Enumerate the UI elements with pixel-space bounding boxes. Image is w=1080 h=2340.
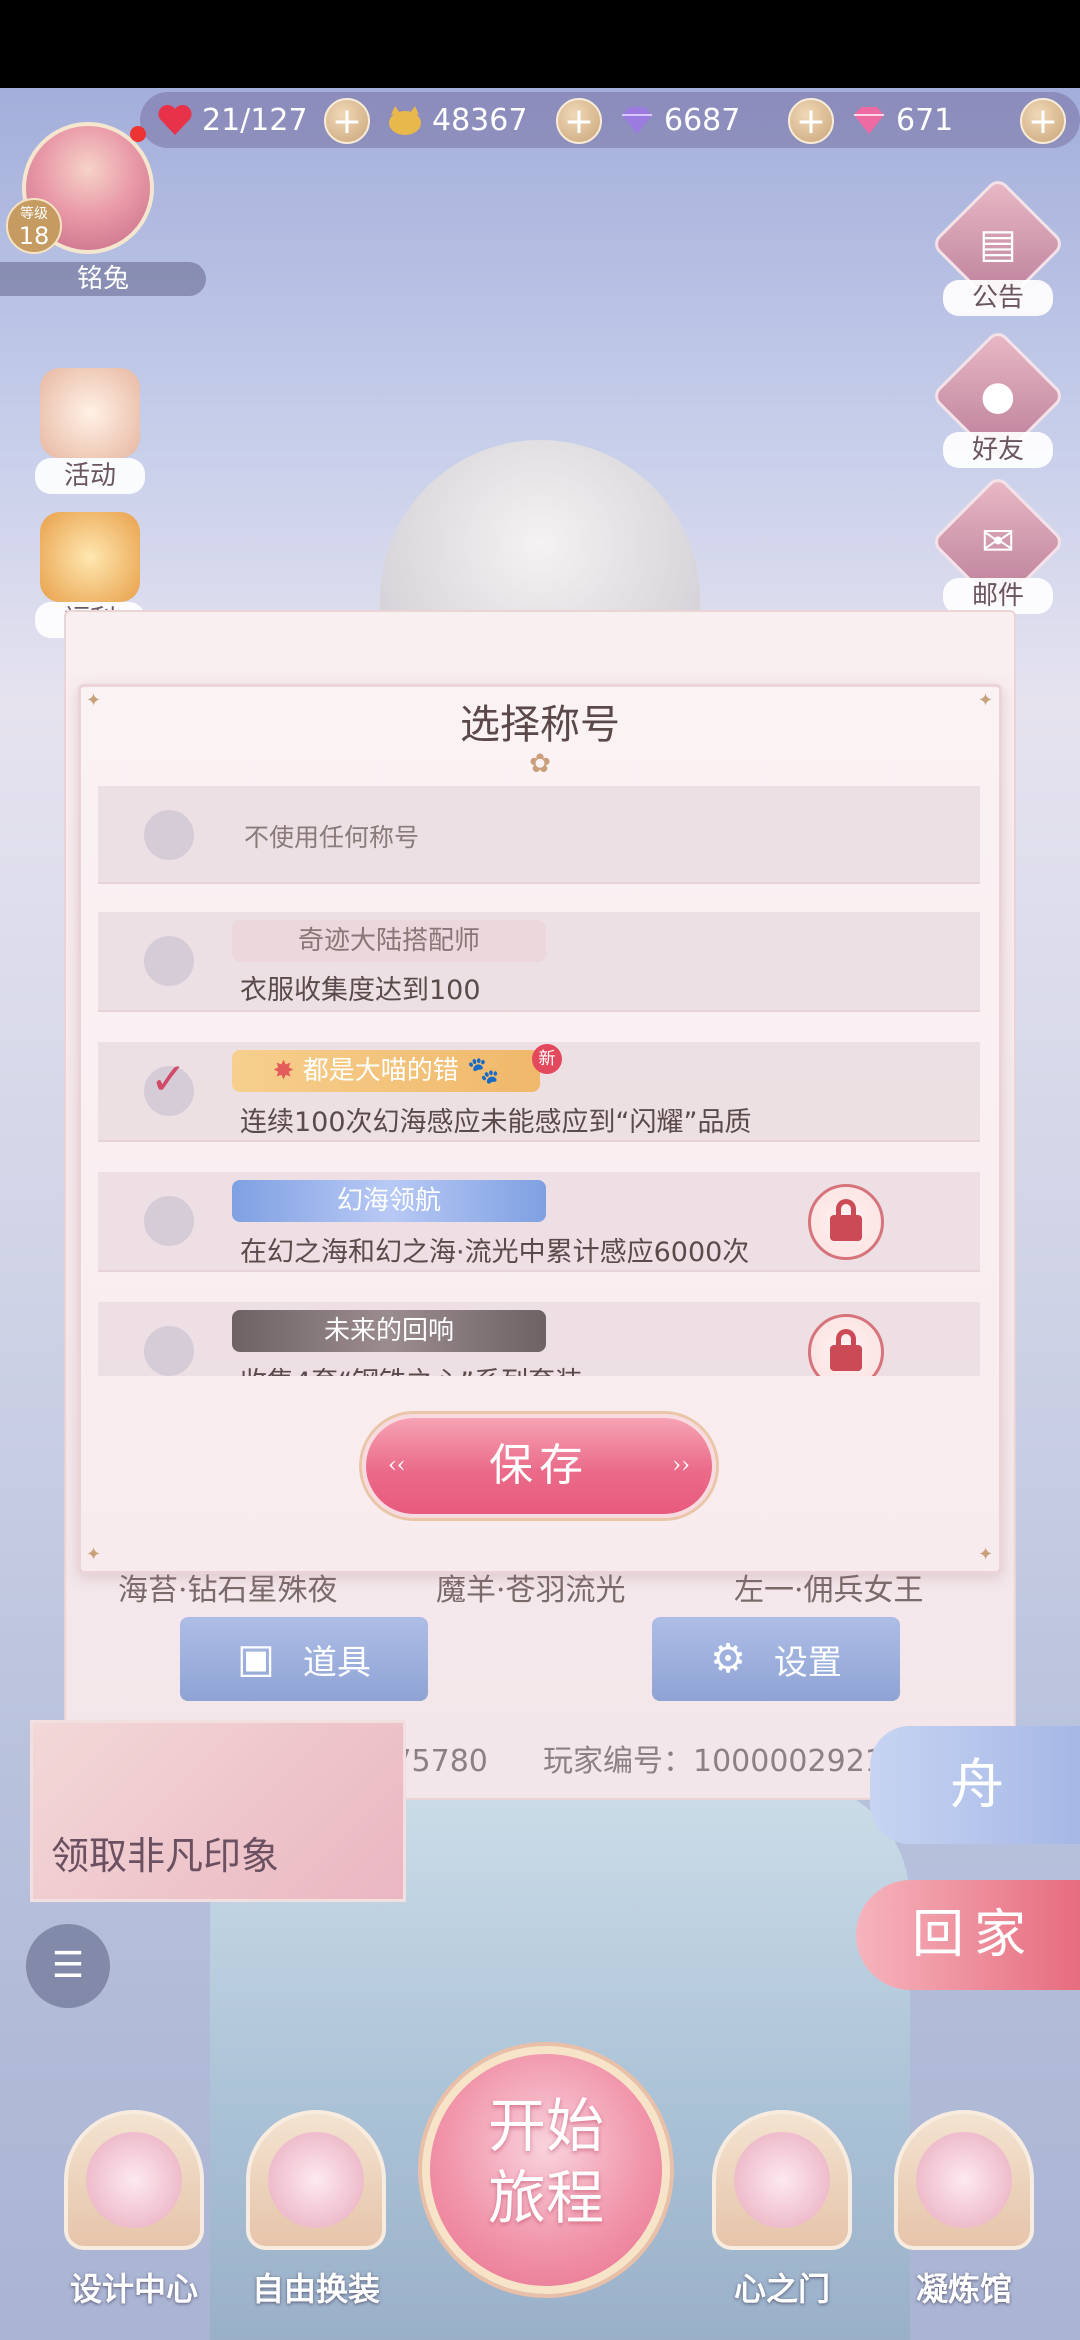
props-button[interactable]: ▣ 道具 <box>180 1617 428 1701</box>
friends-button[interactable]: ● 好友 <box>930 328 1066 468</box>
dialog-title: 选择称号 <box>460 702 620 748</box>
player-nickname[interactable]: 铭兔 <box>0 262 206 296</box>
gold-value: 48367 <box>432 102 528 138</box>
refine-hall-button[interactable] <box>894 2110 1034 2250</box>
notice-button[interactable]: ▤ 公告 <box>930 176 1066 316</box>
flower-ornament-icon: ✿ <box>529 749 551 779</box>
notification-dot <box>130 126 146 142</box>
design-center-button[interactable] <box>64 2110 204 2250</box>
left-arrows-icon: ‹‹ <box>388 1453 406 1478</box>
title-tag: 幻海领航 <box>232 1180 546 1222</box>
chat-icon: ☰ <box>51 1945 85 1986</box>
radio-button[interactable] <box>144 1196 194 1246</box>
mail-button[interactable]: ✉ 邮件 <box>930 474 1066 614</box>
design-center-label: 设计中心 <box>69 2270 198 2308</box>
status-bar <box>0 0 1080 88</box>
corner-ornament-icon: ✦ <box>86 1544 102 1565</box>
activity-button[interactable]: 活动 <box>30 368 150 494</box>
title-list[interactable]: 不使用任何称号 奇迹大陆搭配师 衣服收集度达到100 ✓ ✸ 都是大喵的错 🐾 … <box>98 786 980 1376</box>
home-label: 回家 <box>912 1905 1037 1965</box>
pink-diamond-counter: 671 <box>850 92 953 148</box>
free-dressup-button[interactable] <box>246 2110 386 2250</box>
side-banner[interactable]: 舟 <box>870 1726 1080 1844</box>
gift-icon <box>40 512 140 602</box>
lock-icon <box>808 1314 884 1376</box>
side-banner-text: 舟 <box>950 1753 1004 1816</box>
friend-icon: ● <box>980 373 1016 419</box>
heart-icon <box>158 104 192 135</box>
option-text: 衣服收集度达到100 <box>240 975 481 1006</box>
promo-banner[interactable]: 领取非凡印象 <box>30 1720 406 1902</box>
title-tag: ✸ 都是大喵的错 🐾 <box>232 1050 540 1092</box>
settings-label: 设置 <box>773 1642 842 1683</box>
level-label: 等级 <box>20 206 48 222</box>
mail-icon: ✉ <box>981 519 1015 565</box>
paw-icon: 🐾 <box>466 1056 500 1086</box>
heart-gate-button[interactable] <box>712 2110 852 2250</box>
stamina-counter: 21/127 <box>156 92 308 148</box>
toolbox-icon: ▣ <box>237 1636 275 1682</box>
home-button[interactable]: 回家 <box>856 1880 1080 1990</box>
chat-button[interactable]: ☰ <box>26 1924 110 2008</box>
save-label: 保存 <box>489 1440 589 1491</box>
settings-button[interactable]: ⚙ 设置 <box>652 1617 900 1701</box>
diamond-icon <box>622 107 652 134</box>
add-pink-diamond-button[interactable]: + <box>1020 98 1066 144</box>
pink-diamond-icon <box>854 107 884 134</box>
new-badge: 新 <box>532 1044 562 1074</box>
wardrobe-icon <box>268 2132 364 2228</box>
title-option-locked[interactable]: 未来的回响 收集4套“钢铁之心”系列套装 <box>98 1302 980 1376</box>
pink-diamond-value: 671 <box>896 102 954 138</box>
option-text: 收集4套“钢铁之心”系列套装 <box>240 1360 582 1376</box>
lock-icon <box>808 1184 884 1260</box>
refine-hall-label: 凝炼馆 <box>915 2270 1012 2308</box>
radio-button[interactable] <box>144 1326 194 1376</box>
cat-coin-icon <box>389 106 421 135</box>
start-journey-label: 开始 旅程 <box>422 2090 670 2234</box>
checkmark-icon: ✓ <box>150 1054 187 1105</box>
level-value: 18 <box>18 222 50 250</box>
add-gold-button[interactable]: + <box>556 98 602 144</box>
title-option-selected[interactable]: ✓ ✸ 都是大喵的错 🐾 新 连续100次幻海感应未能感应到“闪耀”品质 <box>98 1042 980 1142</box>
option-text: 连续100次幻海感应未能感应到“闪耀”品质 <box>240 1107 752 1138</box>
level-badge: 等级 18 <box>6 198 62 254</box>
diamond-value: 6687 <box>664 102 741 138</box>
start-line-2: 旅程 <box>487 2164 604 2232</box>
props-label: 道具 <box>302 1642 371 1683</box>
notice-label: 公告 <box>943 280 1053 316</box>
gold-counter: 48367 <box>386 92 527 148</box>
stamina-value: 21/127 <box>202 102 308 138</box>
title-option[interactable]: 奇迹大陆搭配师 衣服收集度达到100 <box>98 912 980 1012</box>
notice-board-icon: ▤ <box>979 221 1017 267</box>
save-button[interactable]: ‹‹ 保存 ›› <box>362 1414 716 1518</box>
title-option-none[interactable]: 不使用任何称号 <box>98 786 980 884</box>
add-diamond-button[interactable]: + <box>788 98 834 144</box>
gear-icon: ⚙ <box>710 1636 746 1682</box>
title-option-locked[interactable]: 幻海领航 在幻之海和幻之海·流光中累计感应6000次 <box>98 1172 980 1272</box>
add-stamina-button[interactable]: + <box>324 98 370 144</box>
clock-icon <box>916 2132 1012 2228</box>
heart-gate-label: 心之门 <box>733 2270 830 2308</box>
activity-icon <box>40 368 140 458</box>
radio-button[interactable] <box>144 810 194 860</box>
start-line-1: 开始 <box>487 2092 604 2160</box>
promo-text: 领取非凡印象 <box>51 1834 280 1878</box>
title-tag: 奇迹大陆搭配师 <box>232 920 546 962</box>
option-text: 不使用任何称号 <box>244 823 420 852</box>
mail-label: 邮件 <box>943 578 1053 614</box>
player-id: 玩家编号：1000002921 <box>543 1744 884 1779</box>
free-dressup-label: 自由换装 <box>251 2270 380 2308</box>
tag-text: 都是大喵的错 <box>302 1056 459 1086</box>
friends-label: 好友 <box>943 432 1053 468</box>
anger-icon: ✸ <box>272 1056 295 1086</box>
heart-crystal-icon <box>734 2132 830 2228</box>
activity-label: 活动 <box>35 458 145 494</box>
diamond-counter: 6687 <box>618 92 740 148</box>
sewing-machine-icon <box>86 2132 182 2228</box>
radio-button[interactable] <box>144 936 194 986</box>
option-text: 在幻之海和幻之海·流光中累计感应6000次 <box>240 1237 750 1268</box>
right-arrows-icon: ›› <box>672 1453 690 1478</box>
title-tag: 未来的回响 <box>232 1310 546 1352</box>
corner-ornament-icon: ✦ <box>978 1544 994 1565</box>
